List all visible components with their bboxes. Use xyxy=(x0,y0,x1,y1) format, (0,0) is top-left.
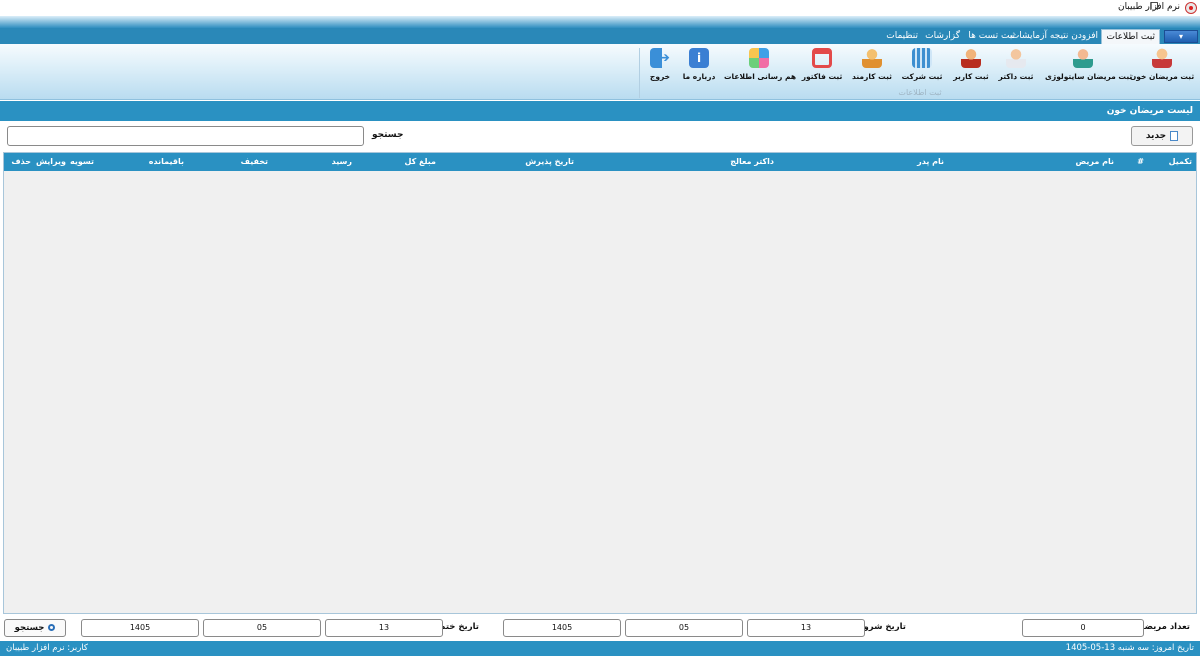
column-header-admission-date[interactable]: تاریخ پذیرش xyxy=(525,153,574,171)
start-month-field[interactable]: 05 xyxy=(625,619,743,637)
doctor-icon xyxy=(1006,48,1026,68)
tab-settings[interactable]: تنظیمات xyxy=(882,29,922,44)
section-title: لیست مریضان خون xyxy=(0,101,1200,121)
register-staff-label: ثبت کارمند xyxy=(852,72,892,81)
end-day-field[interactable]: 13 xyxy=(325,619,443,637)
register-company-button[interactable]: ثبت شرکت xyxy=(900,48,944,88)
about-us-button[interactable]: i درباره ما xyxy=(681,48,717,88)
tab-register-tests[interactable]: ثبت تست ها xyxy=(964,29,1019,44)
cart-icon xyxy=(812,48,832,68)
search-button[interactable]: جستجو xyxy=(4,619,66,637)
register-doctor-button[interactable]: ثبت داکتر xyxy=(996,48,1036,88)
patients-grid[interactable]: تکمیل # نام مریض نام پدر داکتر معالج تار… xyxy=(3,152,1197,614)
register-user-label: ثبت کاربر xyxy=(953,72,989,81)
column-header-father-name[interactable]: نام پدر xyxy=(917,153,944,171)
ribbon-tab-row: ▾ ثبت اطلاعات افزودن نتیجه آزمایشات ثبت … xyxy=(0,28,1200,44)
end-year-field[interactable]: 1405 xyxy=(81,619,199,637)
register-staff-button[interactable]: ثبت کارمند xyxy=(850,48,894,88)
grid-header: تکمیل # نام مریض نام پدر داکتر معالج تار… xyxy=(4,153,1196,171)
sync-data-button[interactable]: هم رسانی اطلاعات xyxy=(724,48,797,88)
column-header-doctor[interactable]: داکتر معالج xyxy=(730,153,774,171)
column-header-number[interactable]: # xyxy=(1137,153,1144,171)
tab-reports[interactable]: گزارشات xyxy=(921,29,964,44)
exit-icon: ➔ xyxy=(650,48,670,68)
register-invoice-label: ثبت فاکتور xyxy=(801,72,843,81)
register-blood-patients-label: ثبت مریضان خون xyxy=(1129,72,1195,81)
sync-data-label: هم رسانی اطلاعات xyxy=(724,72,797,81)
column-header-settlement[interactable]: تسویه xyxy=(70,153,94,171)
search-icon xyxy=(48,624,56,631)
user-icon xyxy=(961,48,981,68)
register-cytology-patients-label: ثبت مریضان سایتولوژی xyxy=(1045,72,1133,81)
exit-label: خروج xyxy=(649,72,671,81)
tab-register-info[interactable]: ثبت اطلاعات xyxy=(1101,29,1160,44)
new-button-label: جدید xyxy=(1145,131,1167,141)
exit-button[interactable]: ➔ خروج xyxy=(646,48,674,88)
column-header-discount[interactable]: تخفیف xyxy=(241,153,268,171)
quick-access-strip xyxy=(0,16,1200,28)
column-header-total-amount[interactable]: مبلغ کل xyxy=(404,153,436,171)
app-logo-icon xyxy=(1185,2,1197,14)
register-cytology-patients-button[interactable]: ثبت مریضان سایتولوژی xyxy=(1045,48,1133,88)
column-header-receipt[interactable]: رسید xyxy=(332,153,352,171)
application-menu-button[interactable]: ▾ xyxy=(1164,30,1198,43)
column-header-delete[interactable]: حذف xyxy=(11,153,31,171)
column-header-remaining[interactable]: باقیمانده xyxy=(149,153,184,171)
search-label: جستجو xyxy=(372,130,404,140)
register-doctor-label: ثبت داکتر xyxy=(998,72,1034,81)
register-company-label: ثبت شرکت xyxy=(901,72,943,81)
current-user-text: کاربر: نرم افزار طبیبان xyxy=(6,643,88,653)
ribbon-group-separator xyxy=(639,48,640,98)
about-us-label: درباره ما xyxy=(682,72,716,81)
search-input[interactable] xyxy=(7,126,364,146)
staff-icon xyxy=(862,48,882,68)
status-bar: کاربر: نرم افزار طبیبان تاریخ امروز: سه … xyxy=(0,641,1200,656)
patient-icon xyxy=(1152,48,1172,68)
register-blood-patients-button[interactable]: ثبت مریضان خون xyxy=(1129,48,1195,88)
doctor-lab-icon xyxy=(1073,48,1093,68)
search-button-label: جستجو xyxy=(14,623,45,633)
new-button[interactable]: جدید xyxy=(1131,126,1193,146)
column-header-patient-name[interactable]: نام مریض xyxy=(1075,153,1114,171)
info-icon: i xyxy=(689,48,709,68)
register-invoice-button[interactable]: ثبت فاکتور xyxy=(801,48,843,88)
company-icon xyxy=(912,48,932,68)
title-bar: نرم افزار طبیبان ❐ xyxy=(0,0,1200,16)
column-header-edit[interactable]: ویرایش xyxy=(36,153,66,171)
new-document-icon xyxy=(1170,130,1179,141)
patient-count-field: 0 xyxy=(1022,619,1144,637)
end-date-label: تاریخ ختم xyxy=(439,622,479,632)
column-header-complete[interactable]: تکمیل xyxy=(1169,153,1192,171)
sync-icon xyxy=(749,48,769,68)
start-day-field[interactable]: 13 xyxy=(747,619,865,637)
start-year-field[interactable]: 1405 xyxy=(503,619,621,637)
tab-add-test-results[interactable]: افزودن نتیجه آزمایشات xyxy=(1007,29,1102,44)
ribbon-group-label: ثبت اطلاعات xyxy=(898,88,942,97)
register-user-button[interactable]: ثبت کاربر xyxy=(951,48,991,88)
today-date-text: تاریخ امروز: سه شنبه 13-05-1405 xyxy=(1065,643,1194,653)
end-month-field[interactable]: 05 xyxy=(203,619,321,637)
restore-icon[interactable]: ❐ xyxy=(1147,1,1161,15)
